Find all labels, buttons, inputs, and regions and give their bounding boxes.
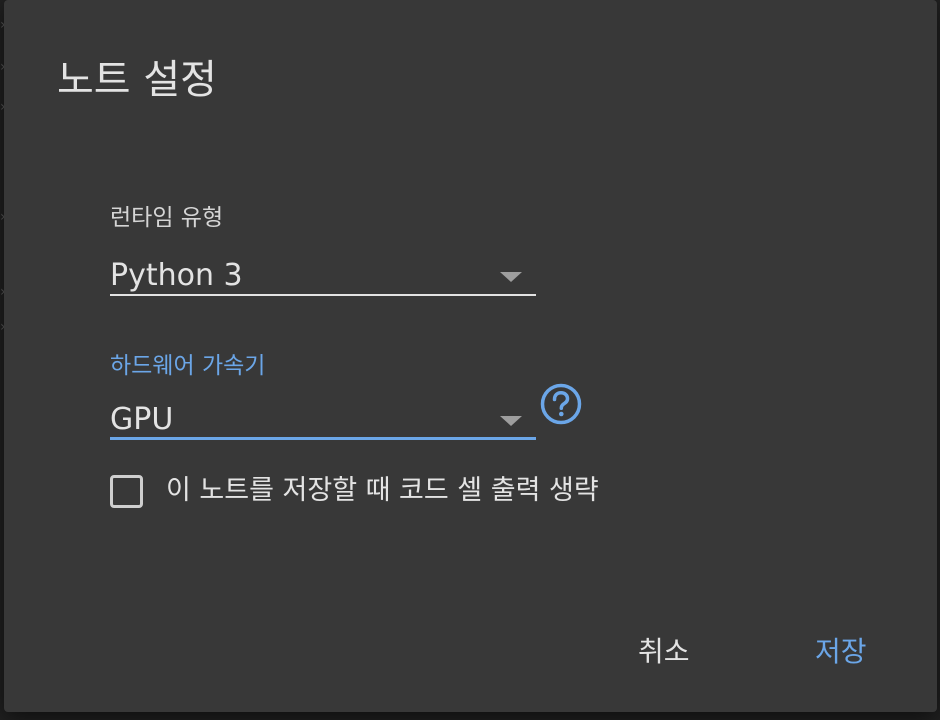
dialog-title: 노트 설정: [57, 57, 217, 103]
runtime-type-select[interactable]: Python 3: [110, 252, 536, 296]
hardware-accelerator-select[interactable]: GPU: [110, 396, 536, 440]
omit-output-row: 이 노트를 저장할 때 코드 셀 출력 생략: [110, 472, 670, 516]
cancel-button[interactable]: 취소: [634, 630, 694, 674]
omit-output-checkbox[interactable]: [110, 475, 143, 508]
save-button[interactable]: 저장: [811, 630, 871, 674]
runtime-type-label: 런타임 유형: [110, 205, 224, 231]
runtime-type-value: Python 3: [110, 258, 243, 293]
help-circle-icon[interactable]: [540, 383, 582, 425]
dropdown-arrow-icon: [500, 272, 522, 282]
omit-output-label[interactable]: 이 노트를 저장할 때 코드 셀 출력 생략: [166, 474, 599, 508]
select-underline-focused: [110, 437, 536, 440]
notebook-settings-dialog: 노트 설정 런타임 유형 Python 3 하드웨어 가속기 GPU 이 노트를…: [4, 0, 937, 712]
hardware-accelerator-label: 하드웨어 가속기: [110, 353, 266, 379]
select-underline: [110, 294, 536, 296]
dropdown-arrow-icon: [500, 416, 522, 426]
hardware-accelerator-value: GPU: [110, 402, 174, 437]
